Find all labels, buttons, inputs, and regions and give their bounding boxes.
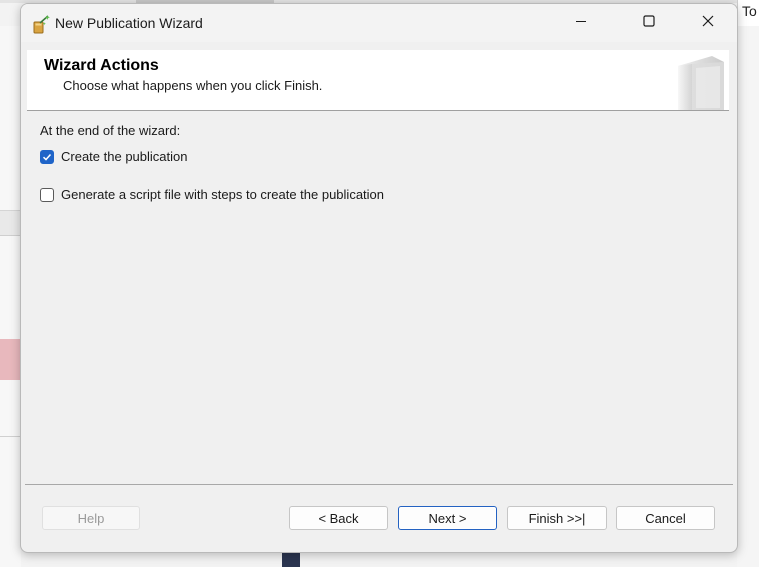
page-title: Wizard Actions: [44, 57, 159, 74]
minimize-icon: [575, 14, 587, 32]
background-divider: [0, 235, 21, 236]
background-right-panel: [737, 26, 759, 567]
next-button[interactable]: Next >: [398, 506, 497, 530]
maximize-icon: [643, 14, 655, 32]
book-graphic-icon: [672, 52, 728, 110]
background-toolbar-text: To: [742, 3, 757, 19]
background-row: [0, 211, 21, 235]
minimize-button[interactable]: [558, 4, 604, 42]
create-publication-checkbox[interactable]: [40, 149, 54, 164]
section-label: At the end of the wizard:: [40, 123, 181, 138]
back-button[interactable]: < Back: [289, 506, 388, 530]
background-highlight-row: [0, 339, 21, 380]
cancel-button[interactable]: Cancel: [616, 506, 715, 530]
background-left-panel: [0, 26, 21, 567]
help-button[interactable]: Help: [42, 506, 140, 530]
wizard-wand-icon: [31, 14, 51, 34]
maximize-button[interactable]: [626, 4, 672, 42]
wizard-dialog: New Publication Wizard Wizard Actions Ch…: [20, 3, 738, 553]
wizard-header: Wizard Actions Choose what happens when …: [27, 50, 729, 111]
title-bar[interactable]: New Publication Wizard: [21, 4, 737, 42]
create-publication-option[interactable]: Create the publication: [40, 149, 187, 164]
background-taskbar-item: [282, 552, 300, 567]
page-subtitle: Choose what happens when you click Finis…: [63, 78, 323, 93]
close-icon: [702, 14, 714, 32]
background-divider: [0, 436, 21, 437]
generate-script-option[interactable]: Generate a script file with steps to cre…: [40, 187, 384, 202]
generate-script-checkbox[interactable]: [40, 187, 54, 202]
finish-button[interactable]: Finish >>|: [507, 506, 607, 530]
create-publication-label[interactable]: Create the publication: [61, 149, 187, 164]
generate-script-label[interactable]: Generate a script file with steps to cre…: [61, 187, 384, 202]
footer-divider: [25, 484, 733, 485]
close-button[interactable]: [685, 4, 731, 42]
window-title: New Publication Wizard: [55, 15, 203, 31]
